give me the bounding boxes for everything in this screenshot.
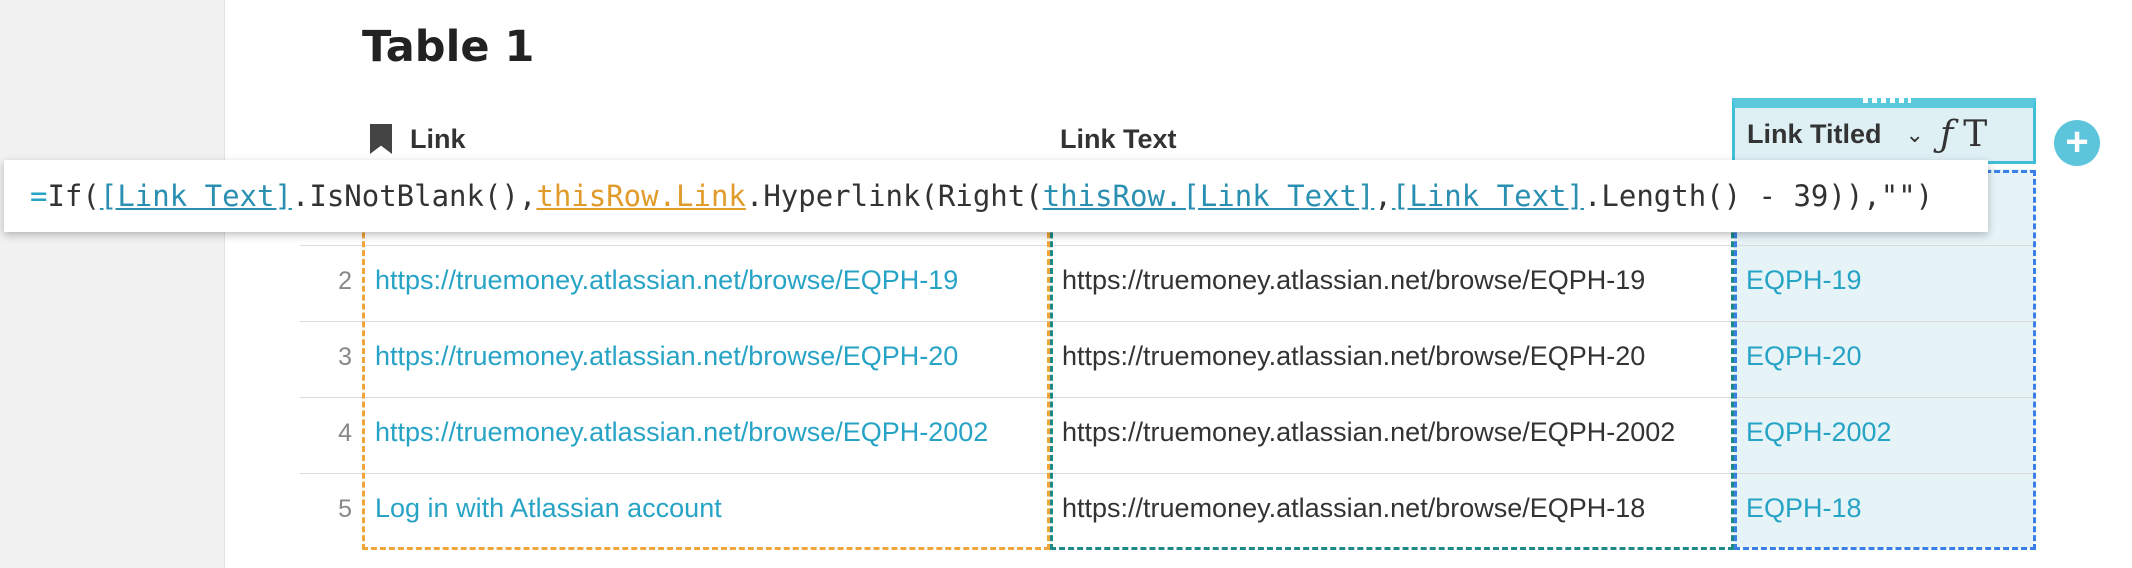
formula-row-reference[interactable]: thisRow.[Link Text] [1043,179,1375,213]
formula-row-reference[interactable]: thisRow.Link [536,179,746,213]
column-header-link-titled[interactable]: Link Titled ⌄ ƒ T [1732,97,2036,164]
formula-equals: = [30,179,48,213]
add-column-button[interactable]: + [2054,120,2100,166]
formula-text: If( [47,179,100,213]
row-number: 3 [338,343,352,371]
formula-column-reference[interactable]: [Link Text] [1392,179,1584,213]
plus-icon: + [2065,120,2089,164]
formula-column-reference[interactable]: [Link Text] [100,179,292,213]
column-header-label: Link [410,123,466,154]
column-header-link[interactable]: Link [370,116,466,162]
drag-handle[interactable] [1863,97,1911,103]
bookmark-icon [370,124,392,154]
formula-editor[interactable]: = If([Link Text] .IsNotBlank(), thisRow.Lin… [4,160,1988,232]
formula-text: .Hyperlink(Right( [745,179,1043,213]
column-header-label: Link Text [1060,123,1177,154]
text-format-icon[interactable]: T [1963,114,1987,155]
row-number: 4 [338,419,352,447]
table-title[interactable]: Table 1 [362,22,534,72]
column-header-label: Link Titled [1747,119,1882,149]
formula-text: .Length() - 39)),"") [1583,179,1934,213]
formula-text: .IsNotBlank(), [291,179,537,213]
chevron-down-icon[interactable]: ⌄ [1906,122,1924,148]
row-number: 5 [338,495,352,523]
formula-text: , [1374,179,1392,213]
column-header-link-text[interactable]: Link Text [1060,116,1177,162]
function-icon[interactable]: ƒ [1940,114,1953,155]
row-number: 2 [338,267,352,295]
